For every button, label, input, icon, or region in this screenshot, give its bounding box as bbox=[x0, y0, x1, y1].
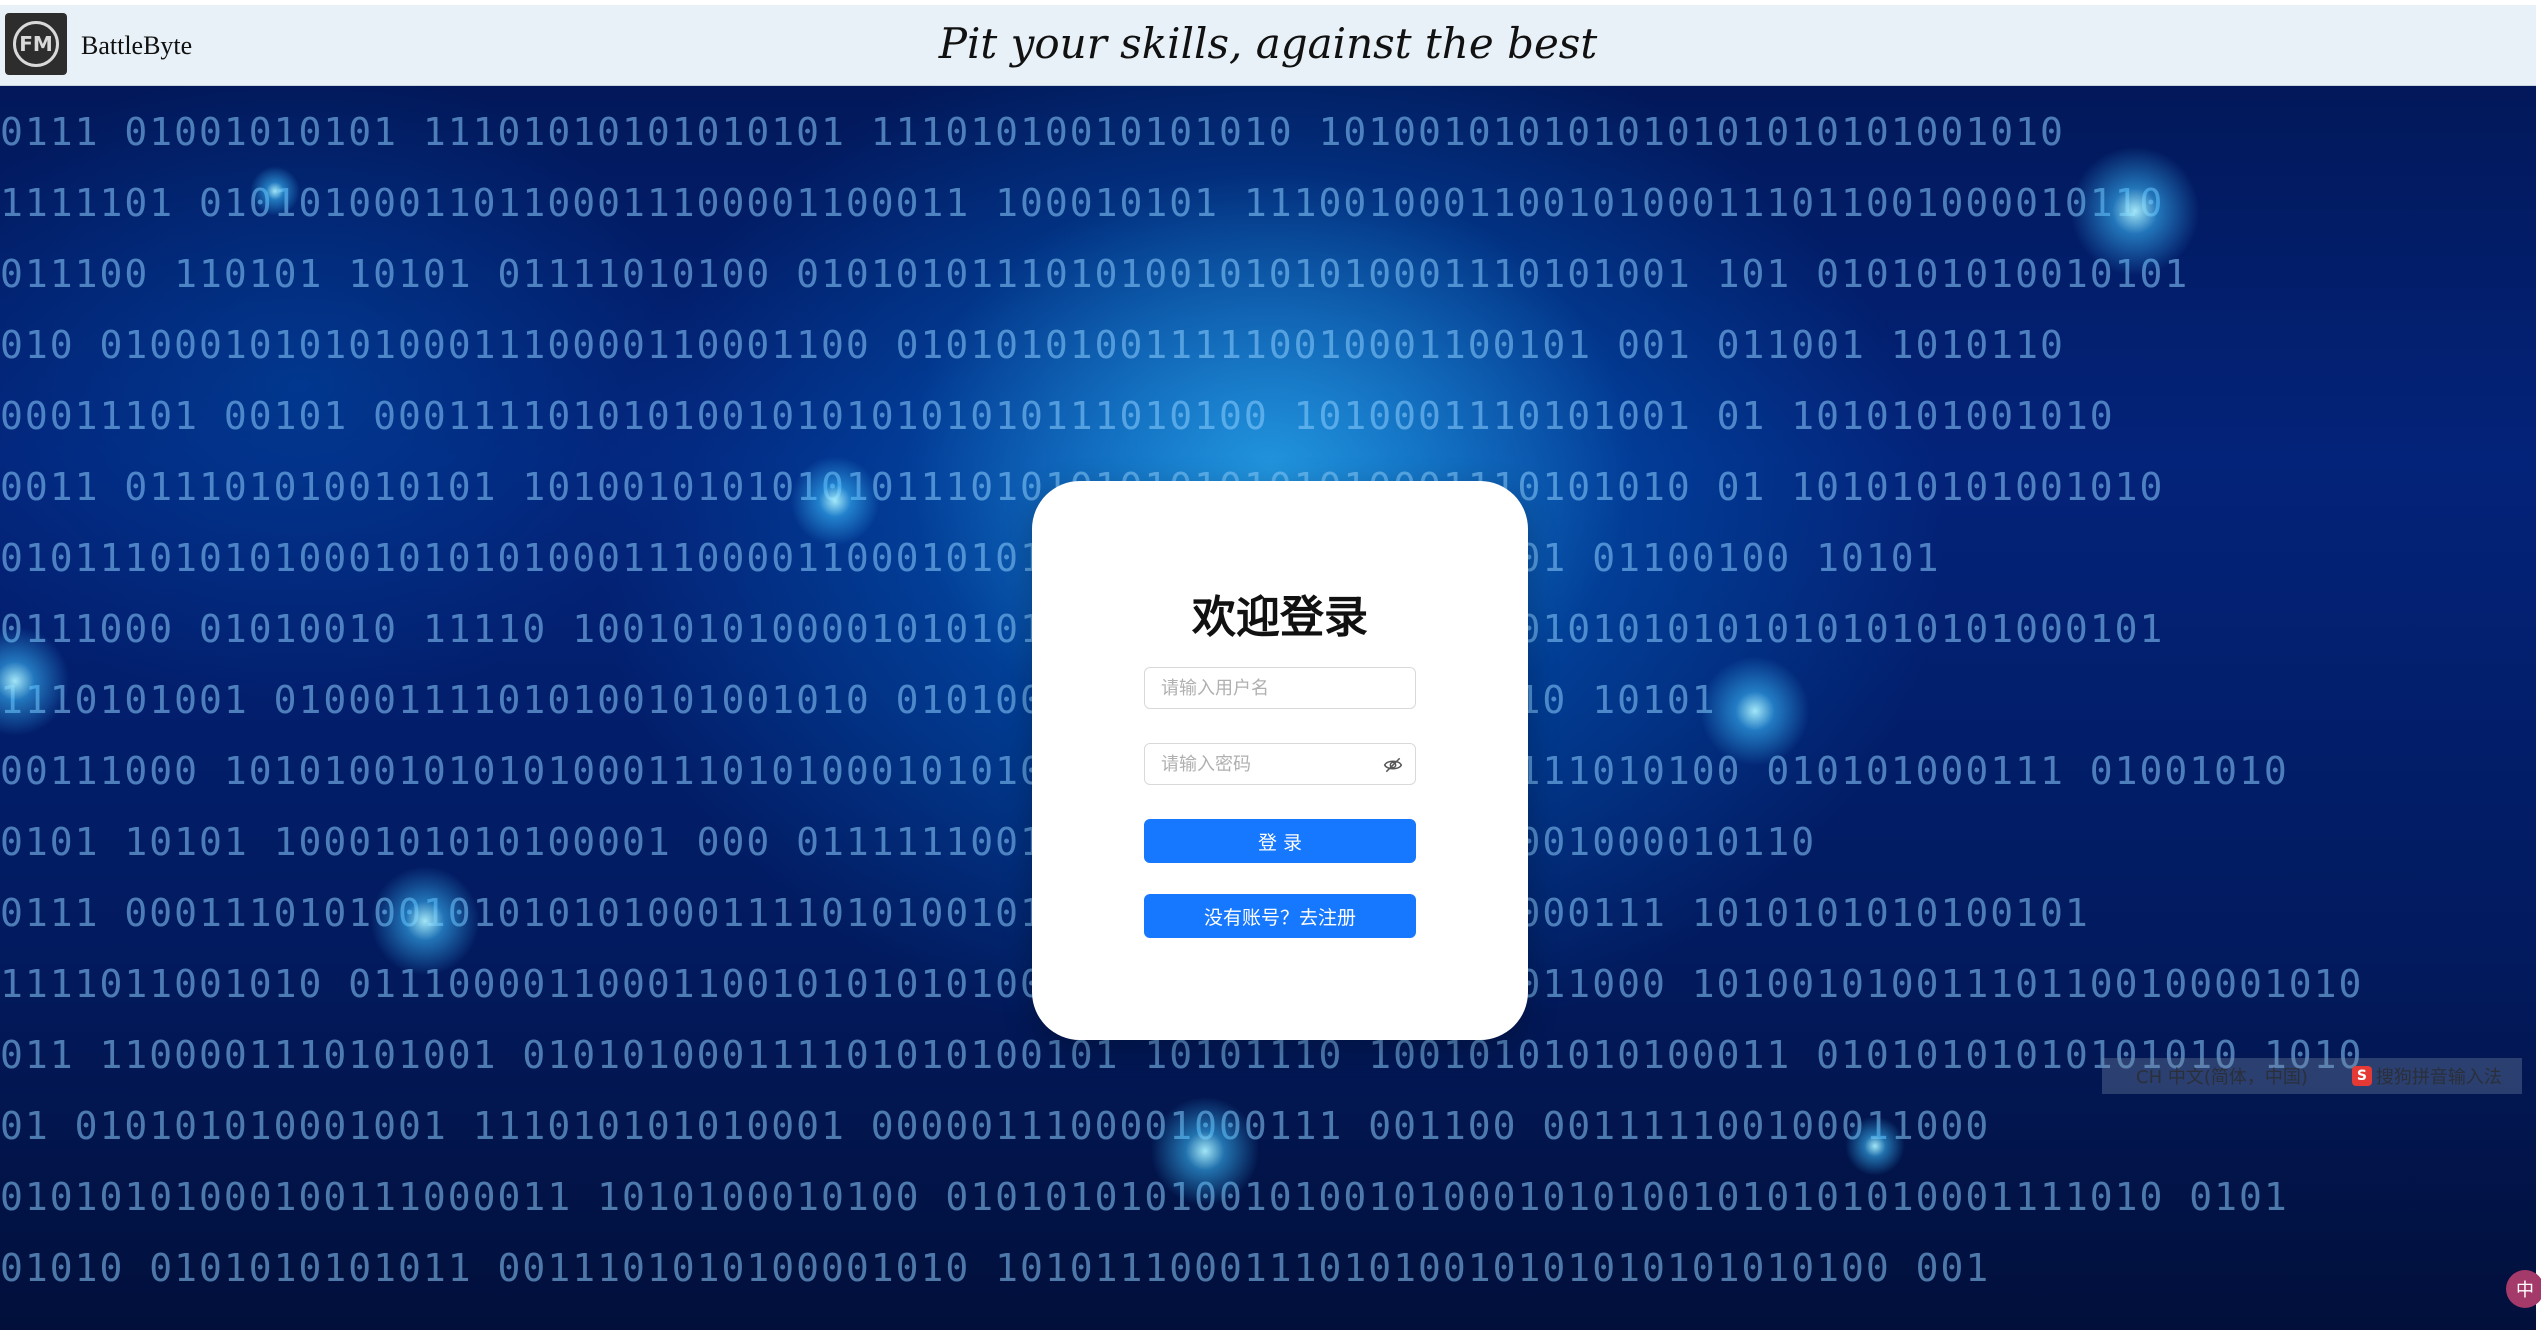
binary-line: 1111101 0101010001101100011100001100011 … bbox=[0, 181, 2165, 225]
sogou-icon: S bbox=[2351, 1066, 2372, 1086]
ime-language-label: CH 中文(简体，中国) bbox=[2136, 1067, 2308, 1088]
binary-line: 011100 110101 10101 01111010100 01010101… bbox=[0, 252, 2190, 296]
top-header: FM BattleByte Pit your skills, against t… bbox=[0, 5, 2536, 86]
binary-line: 0111 01001010101 11101010101010101 11101… bbox=[0, 110, 2065, 154]
light-glow bbox=[1700, 656, 1810, 766]
password-input[interactable] bbox=[1159, 744, 1383, 784]
binary-line: 01 010101010001001 111010101010001 00000… bbox=[0, 1104, 1991, 1148]
username-field[interactable] bbox=[1144, 667, 1416, 709]
eye-slash-icon[interactable] bbox=[1383, 755, 1403, 775]
light-glow bbox=[1845, 1116, 1905, 1176]
light-glow bbox=[370, 866, 480, 976]
light-glow bbox=[1150, 1096, 1260, 1206]
binary-line: 0101110101010001010101000111000011000101… bbox=[0, 536, 1941, 580]
login-title: 欢迎登录 bbox=[1192, 592, 1368, 643]
binary-line: 01010 0101010101011 0011101010100001010 … bbox=[0, 1246, 1991, 1290]
binary-line: 00011101 00101 0001111010101001010101010… bbox=[0, 394, 2115, 438]
binary-line: 010 0100010101010001110000110001100 0101… bbox=[0, 323, 2065, 367]
ime-indicator[interactable]: CH 中文(简体，中国) S 搜狗拼音输入法 bbox=[2102, 1058, 2522, 1094]
login-card: 欢迎登录 登 录 没有账号？去注册 bbox=[1032, 481, 1528, 1040]
username-input[interactable] bbox=[1159, 668, 1383, 708]
register-button[interactable]: 没有账号？去注册 bbox=[1144, 894, 1416, 938]
light-glow bbox=[2070, 146, 2200, 276]
page-tagline: Pit your skills, against the best bbox=[938, 19, 1598, 68]
light-glow bbox=[250, 166, 300, 216]
ime-name-label: 搜狗拼音输入法 bbox=[2375, 1067, 2502, 1088]
login-button[interactable]: 登 录 bbox=[1144, 819, 1416, 863]
input-method-badge[interactable]: 中 bbox=[2506, 1270, 2541, 1308]
binary-line: 0101 10101 1000101010100001 000 01111110… bbox=[0, 820, 1817, 864]
light-glow bbox=[790, 456, 880, 546]
password-field[interactable] bbox=[1144, 743, 1416, 785]
binary-line: 01010101000100111000011 1010100010100 01… bbox=[0, 1175, 2289, 1219]
